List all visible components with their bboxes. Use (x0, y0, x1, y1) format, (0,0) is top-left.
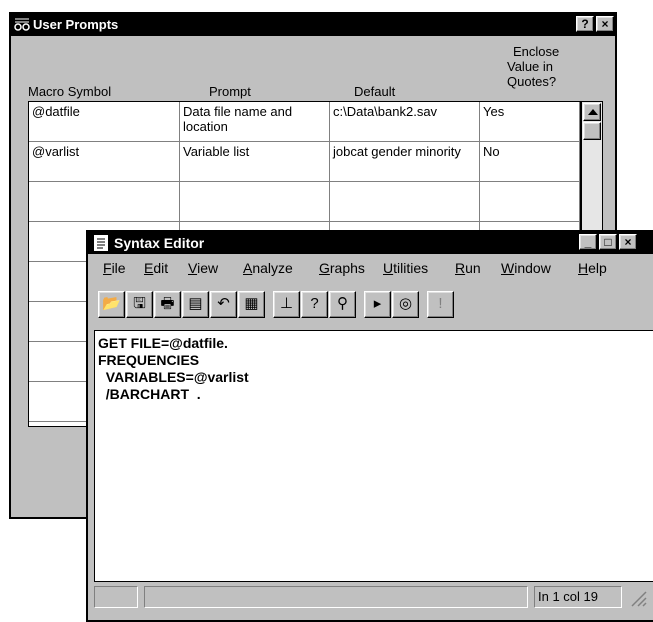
find-button[interactable]: ⚲ (329, 291, 356, 318)
cursor-position: In 1 col 19 (534, 586, 622, 608)
variables-button[interactable]: ? (301, 291, 328, 318)
size-grip[interactable] (626, 586, 648, 608)
alert-button[interactable]: ! (427, 291, 454, 318)
prompt-cell[interactable]: Data file name and location (180, 102, 330, 142)
dialog-recall-button[interactable]: ▤ (182, 291, 209, 318)
menu-utilities[interactable]: Utilities (383, 260, 428, 276)
menu-graphs[interactable]: Graphs (319, 260, 365, 276)
menu-analyze[interactable]: Analyze (243, 260, 293, 276)
use-sets-button[interactable]: ◎ (392, 291, 419, 318)
menu-bar: File Edit View Analyze Graphs Utilities … (88, 254, 653, 280)
syntax-editor-window: Syntax Editor _ □ × File Edit View Analy… (86, 230, 653, 622)
quotes-cell[interactable]: Yes (480, 102, 580, 142)
default-cell[interactable]: jobcat gender minority (330, 142, 480, 182)
quotes-cell[interactable]: No (480, 142, 580, 182)
run-button[interactable]: ▸ (364, 291, 391, 318)
syntax-document-icon (94, 235, 108, 251)
menu-view[interactable]: View (188, 260, 218, 276)
goto-case-button[interactable]: ⊥ (273, 291, 300, 318)
prompt-cell[interactable] (180, 182, 330, 222)
menu-mnemonic: H (578, 260, 589, 276)
find-icon: ⚲ (337, 295, 348, 312)
print-button[interactable]: 🖶 (154, 291, 181, 318)
macro-symbol-cell[interactable] (29, 182, 180, 222)
toolbar: 📂 🖫 🖶 ▤ ↶ ▦ ⊥ ? ⚲ ▸ ◎ ! (98, 291, 588, 323)
menu-label-rest: tilities (393, 260, 429, 276)
table-header: Macro Symbol Prompt Default Enclose Valu… (11, 36, 615, 102)
menu-label-rest: indow (514, 260, 551, 276)
help-button[interactable]: ? (576, 16, 594, 32)
menu-mnemonic: A (243, 260, 253, 276)
table-row[interactable]: @varlist Variable list jobcat gender min… (29, 142, 580, 182)
menu-label-rest: ile (111, 260, 126, 276)
menu-mnemonic: V (188, 260, 198, 276)
goto-data-icon: ▦ (244, 295, 259, 312)
undo-button[interactable]: ↶ (210, 291, 237, 318)
dialog-recall-icon: ▤ (188, 295, 203, 312)
menu-mnemonic: G (319, 260, 330, 276)
prompt-cell[interactable]: Variable list (180, 142, 330, 182)
open-button[interactable]: 📂 (98, 291, 125, 318)
column-header-enclose-line3[interactable]: Quotes? (507, 74, 556, 89)
prompts-icon (14, 18, 30, 31)
table-row[interactable] (29, 182, 580, 222)
goto-data-button[interactable]: ▦ (238, 291, 265, 318)
arrow-up-icon (588, 109, 598, 115)
use-sets-icon: ◎ (398, 295, 413, 312)
menu-mnemonic: E (144, 260, 154, 276)
close-button[interactable]: × (619, 234, 637, 250)
menu-label-rest: elp (588, 260, 607, 276)
menu-label-rest: nalyze (252, 260, 293, 276)
open-icon: 📂 (102, 295, 121, 312)
close-button[interactable]: × (596, 16, 614, 32)
default-cell[interactable]: c:\Data\bank2.sav (330, 102, 480, 142)
table-row[interactable]: @datfile Data file name and location c:\… (29, 102, 580, 142)
scroll-thumb[interactable] (583, 122, 601, 140)
resize-grip-icon (631, 591, 647, 607)
variables-icon: ? (310, 295, 319, 312)
menu-mnemonic: R (455, 260, 466, 276)
menu-run[interactable]: Run (455, 260, 481, 276)
column-header-prompt[interactable]: Prompt (209, 84, 251, 99)
column-header-macro-symbol[interactable]: Macro Symbol (28, 84, 111, 99)
menu-label-rest: raphs (329, 260, 365, 276)
menu-mnemonic: U (383, 260, 394, 276)
menu-label-rest: iew (197, 260, 219, 276)
menu-help[interactable]: Help (578, 260, 607, 276)
scroll-up-button[interactable] (583, 103, 601, 121)
syntax-editor-titlebar[interactable]: Syntax Editor _ □ × (88, 232, 653, 254)
minimize-button[interactable]: _ (579, 234, 597, 250)
print-icon: 🖶 (160, 295, 175, 312)
status-message (144, 586, 528, 608)
undo-icon: ↶ (217, 295, 230, 312)
macro-symbol-cell[interactable]: @datfile (29, 102, 180, 142)
status-cell-left (94, 586, 138, 608)
save-icon: 🖫 (133, 295, 146, 312)
user-prompts-title: User Prompts (33, 17, 119, 32)
menu-mnemonic: W (501, 260, 515, 276)
alert-icon: ! (438, 295, 443, 312)
menu-label-rest: un (465, 260, 481, 276)
quotes-cell[interactable] (480, 182, 580, 222)
column-header-enclose-line2[interactable]: Value in (507, 59, 553, 74)
menu-window[interactable]: Window (501, 260, 551, 276)
column-header-default[interactable]: Default (354, 84, 395, 99)
default-cell[interactable] (330, 182, 480, 222)
user-prompts-titlebar[interactable]: User Prompts ? × (11, 14, 615, 36)
status-bar: In 1 col 19 (94, 584, 653, 610)
run-icon: ▸ (373, 295, 382, 312)
menu-label-rest: dit (153, 260, 169, 276)
syntax-editor-title: Syntax Editor (114, 235, 205, 251)
save-button[interactable]: 🖫 (126, 291, 153, 318)
menu-mnemonic: F (103, 260, 112, 276)
menu-edit[interactable]: Edit (144, 260, 168, 276)
maximize-button[interactable]: □ (599, 234, 617, 250)
syntax-text-area[interactable]: GET FILE=@datfile. FREQUENCIES VARIABLES… (94, 330, 653, 582)
goto-case-icon: ⊥ (279, 295, 294, 312)
macro-symbol-cell[interactable]: @varlist (29, 142, 180, 182)
column-header-enclose-line1[interactable]: Enclose (513, 44, 559, 59)
menu-file[interactable]: File (103, 260, 126, 276)
